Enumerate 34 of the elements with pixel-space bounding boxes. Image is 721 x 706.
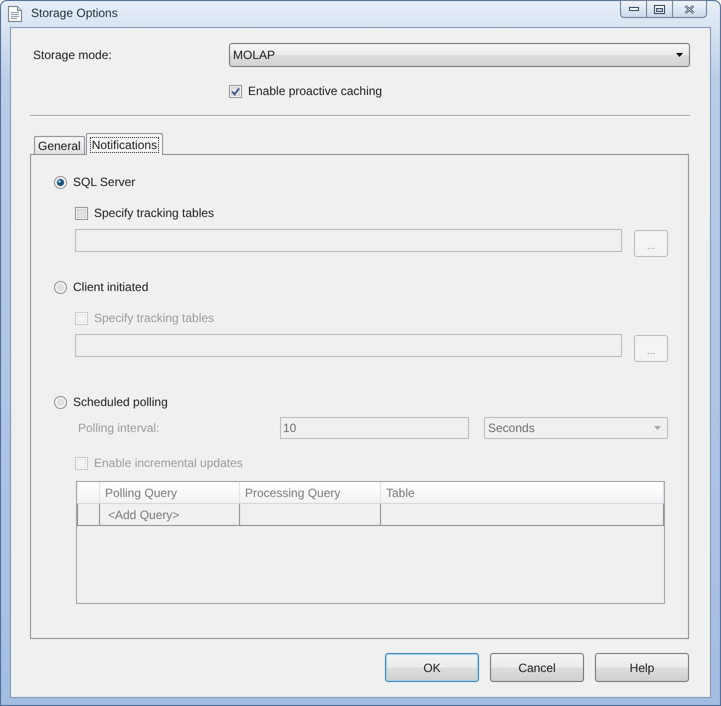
radio-label: SQL Server: [73, 175, 136, 189]
tab[interactable]: Notifications: [86, 133, 164, 155]
field-label: Polling interval:: [78, 421, 160, 435]
checkbox[interactable]: [229, 84, 242, 98]
grid-cell[interactable]: [380, 504, 664, 526]
row-header-cell[interactable]: [78, 504, 100, 526]
checkbox-label: Specify tracking tables: [94, 206, 214, 220]
maximize-icon: [654, 4, 665, 14]
dialog-button[interactable]: Help: [595, 653, 689, 682]
maximize-button[interactable]: [646, 0, 672, 18]
dialog-button[interactable]: OK: [385, 653, 479, 682]
close-icon: [684, 4, 695, 14]
radio-label: Scheduled polling: [73, 395, 168, 409]
field-label: Storage mode:: [32, 48, 112, 62]
window-title: Storage Options: [31, 6, 118, 20]
radio-button[interactable]: [54, 280, 67, 294]
checkbox-label: Enable incremental updates: [94, 456, 243, 470]
checkbox-label: Enable proactive caching: [248, 84, 382, 98]
checkbox[interactable]: [75, 206, 88, 220]
tab[interactable]: General: [34, 136, 85, 154]
grid-cell[interactable]: [240, 504, 380, 526]
document-icon: [8, 6, 22, 22]
dialog-button[interactable]: Cancel: [490, 653, 584, 682]
minimize-icon: [628, 7, 638, 11]
radio-button[interactable]: [54, 176, 67, 188]
checkbox-label: Specify tracking tables: [94, 311, 214, 325]
grid-corner-cell: [78, 482, 100, 504]
radio-label: Client initiated: [73, 280, 148, 294]
close-button[interactable]: [672, 0, 707, 18]
caret-icon: [654, 426, 661, 430]
caret-icon: [676, 53, 683, 57]
radio-button[interactable]: [54, 396, 67, 408]
minimize-button[interactable]: [620, 0, 646, 18]
storage-mode-dropdown[interactable]: MOLAP: [229, 43, 690, 67]
